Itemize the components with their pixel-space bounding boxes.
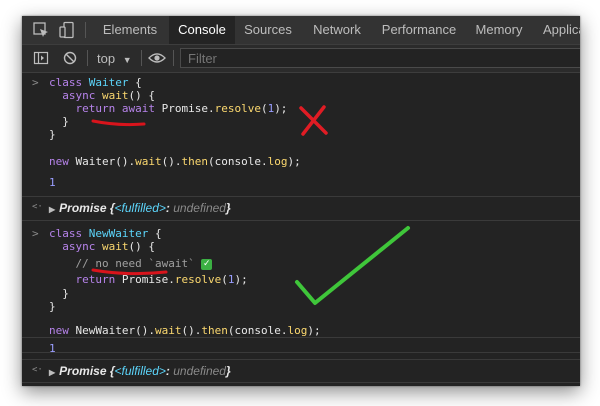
inspect-element-icon[interactable] bbox=[32, 21, 50, 39]
input-chevron-icon: > bbox=[32, 76, 39, 89]
input-chevron-icon: > bbox=[32, 227, 39, 240]
console-output: > class Waiter { async wait() { return a… bbox=[22, 73, 580, 386]
code-line: class Waiter { bbox=[49, 76, 142, 89]
log-output-value: 1 bbox=[49, 342, 56, 355]
tab-performance[interactable]: Performance bbox=[373, 16, 465, 44]
code-line: class NewWaiter { bbox=[49, 227, 162, 240]
code-line: new Waiter().wait().then(console.log); bbox=[49, 155, 301, 168]
context-selector[interactable]: top ▼ bbox=[97, 45, 132, 72]
clear-console-icon[interactable] bbox=[62, 50, 78, 66]
devtools-window: Elements Console Sources Network Perform… bbox=[22, 16, 580, 386]
tab-console[interactable]: Console bbox=[169, 16, 235, 44]
divider bbox=[141, 50, 142, 66]
code-line: return Promise.resolve(1); bbox=[49, 273, 248, 286]
result-chevron-icon: <· bbox=[32, 365, 43, 375]
tab-application[interactable]: Applica bbox=[533, 16, 580, 44]
divider bbox=[85, 22, 86, 38]
filter-input[interactable] bbox=[180, 48, 580, 68]
expand-triangle-icon[interactable]: ▶ bbox=[49, 368, 55, 377]
code-line: } bbox=[49, 128, 56, 141]
divider bbox=[87, 50, 88, 66]
divider bbox=[173, 50, 174, 66]
log-output-value: 1 bbox=[49, 176, 56, 189]
promise-result[interactable]: ▶ Promise {<fulfilled>: undefined} bbox=[49, 202, 231, 215]
code-line: } bbox=[49, 300, 56, 313]
result-chevron-icon: <· bbox=[32, 202, 43, 212]
tab-elements[interactable]: Elements bbox=[91, 16, 169, 44]
console-input-entry: > class Waiter { async wait() { return a… bbox=[22, 73, 580, 197]
console-log-entry: 1 bbox=[22, 337, 580, 359]
code-comment: // no need `await` ✓ bbox=[49, 257, 213, 270]
code-line: async wait() { bbox=[49, 89, 155, 102]
device-toolbar-icon[interactable] bbox=[58, 21, 76, 39]
code-line: new NewWaiter().wait().then(console.log)… bbox=[49, 324, 321, 337]
code-line: } bbox=[49, 287, 69, 300]
console-result-entry[interactable]: <· ▶ Promise {<fulfilled>: undefined} bbox=[22, 359, 580, 383]
devtools-tabbar: Elements Console Sources Network Perform… bbox=[22, 16, 580, 45]
live-expression-eye-icon[interactable] bbox=[148, 50, 166, 66]
tab-sources[interactable]: Sources bbox=[235, 16, 301, 44]
code-line: return await Promise.resolve(1); bbox=[49, 102, 288, 115]
context-label: top bbox=[97, 51, 116, 66]
expand-triangle-icon[interactable]: ▶ bbox=[49, 205, 55, 214]
sidebar-toggle-icon[interactable] bbox=[33, 50, 49, 66]
code-line: async wait() { bbox=[49, 240, 155, 253]
promise-result[interactable]: ▶ Promise {<fulfilled>: undefined} bbox=[49, 365, 231, 378]
tab-network[interactable]: Network bbox=[301, 16, 373, 44]
chevron-down-icon: ▼ bbox=[122, 55, 132, 65]
console-result-entry[interactable]: <· ▶ Promise {<fulfilled>: undefined} bbox=[22, 197, 580, 221]
check-mark-emoji-icon: ✓ bbox=[201, 258, 213, 270]
tab-memory[interactable]: Memory bbox=[465, 16, 533, 44]
console-input-entry: > class NewWaiter { async wait() { // no… bbox=[22, 221, 580, 353]
code-line: } bbox=[49, 115, 69, 128]
console-toolbar: top ▼ bbox=[22, 45, 580, 73]
